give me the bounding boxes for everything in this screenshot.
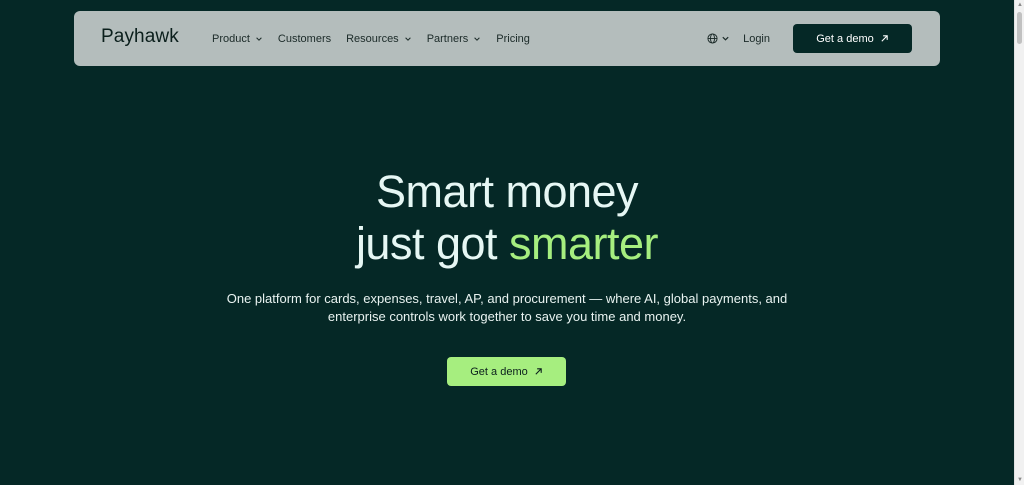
- arrow-up-right-icon: [535, 368, 542, 375]
- hero-section: Smart money just got smarter One platfor…: [0, 166, 1014, 326]
- scroll-down-arrow-icon[interactable]: ▼: [1016, 475, 1024, 485]
- nav-item-resources[interactable]: Resources: [346, 33, 412, 45]
- globe-icon: [707, 33, 718, 44]
- hero-title-line1: Smart money: [375, 166, 639, 217]
- button-label: Get a demo: [816, 32, 874, 45]
- scrollbar-thumb[interactable]: [1017, 12, 1022, 44]
- chevron-down-icon: [722, 36, 729, 41]
- hero-subtitle-line1: One platform for cards, expenses, travel…: [226, 291, 788, 306]
- nav-actions: Login Get a demo: [707, 24, 912, 53]
- main-menu: Product Customers Resources Partners Pri…: [212, 11, 545, 66]
- payhawk-logo[interactable]: Payhawk: [101, 26, 179, 48]
- nav-item-label: Pricing: [496, 32, 530, 45]
- hero-title-accent: smarter: [509, 218, 659, 269]
- language-selector[interactable]: [707, 33, 730, 44]
- chevron-down-icon: [474, 36, 481, 41]
- login-link[interactable]: Login: [743, 33, 770, 45]
- nav-item-product[interactable]: Product: [212, 33, 263, 45]
- chevron-down-icon: [404, 36, 411, 41]
- page: Payhawk Product Customers Resources Part…: [0, 0, 1014, 485]
- hero-get-a-demo-button[interactable]: Get a demo: [447, 357, 566, 386]
- scroll-up-arrow-icon[interactable]: ▲: [1016, 0, 1024, 10]
- hero-title-line2-prefix: just got: [355, 218, 510, 269]
- nav-item-label: Product: [212, 32, 250, 45]
- nav-item-pricing[interactable]: Pricing: [496, 33, 530, 45]
- nav-item-customers[interactable]: Customers: [278, 33, 331, 45]
- hero-subtitle-line2: enterprise controls work together to sav…: [327, 309, 687, 324]
- button-label: Get a demo: [470, 365, 528, 378]
- hero-title: Smart money just got smarter: [0, 166, 1014, 270]
- hero-subtitle: One platform for cards, expenses, travel…: [0, 290, 1014, 326]
- get-a-demo-button[interactable]: Get a demo: [793, 24, 912, 53]
- nav-item-label: Partners: [426, 32, 469, 45]
- nav-item-label: Resources: [346, 32, 399, 45]
- vertical-scrollbar[interactable]: ▲ ▼: [1014, 0, 1024, 485]
- chevron-down-icon: [256, 36, 262, 41]
- nav-item-label: Customers: [277, 32, 332, 45]
- arrow-up-right-icon: [881, 35, 888, 42]
- nav-item-partners[interactable]: Partners: [427, 33, 482, 45]
- top-navigation: Payhawk Product Customers Resources Part…: [74, 11, 940, 66]
